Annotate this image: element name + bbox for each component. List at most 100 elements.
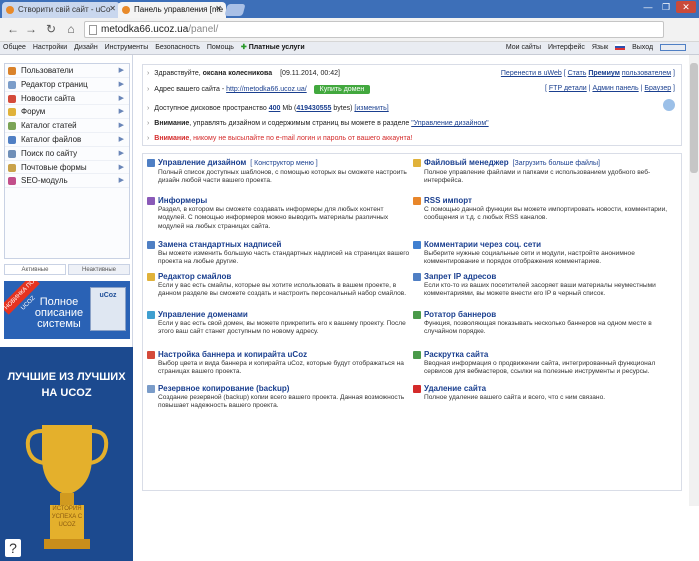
best-of-title: ЛУЧШИЕ ИЗ ЛУЧШИХ НА UCOZ xyxy=(7,371,126,399)
buy-domain-button[interactable]: Купить домен xyxy=(313,85,371,94)
tool-card: Управление доменами Если у вас есть свой … xyxy=(147,310,411,337)
sidebar-item-seo[interactable]: SEO-модуль ▶ xyxy=(5,174,129,189)
tab-active-modules[interactable]: Активные xyxy=(4,264,66,275)
help-button[interactable]: ? xyxy=(5,539,21,557)
tool-title[interactable]: Удаление сайта xyxy=(424,384,486,393)
tool-title[interactable]: Редактор смайлов xyxy=(158,272,231,281)
tool-card-title[interactable]: Резервное копирование (backup) xyxy=(147,384,411,394)
reload-icon[interactable]: ↻ xyxy=(44,22,58,36)
nav-help[interactable]: Помощь xyxy=(207,44,234,51)
page-icon xyxy=(89,25,97,35)
tool-title[interactable]: Управление доменами xyxy=(158,310,248,319)
nav-design[interactable]: Дизайн xyxy=(74,44,98,51)
tool-title[interactable]: Комментарии через соц. сети xyxy=(424,240,541,249)
become-premium-link[interactable]: Стать xyxy=(568,70,587,77)
tool-card-title[interactable]: Настройка баннера и копирайта uCoz xyxy=(147,350,411,360)
warning-label: Внимание xyxy=(154,135,190,142)
home-icon[interactable]: ⌂ xyxy=(64,22,78,36)
tool-title[interactable]: Управление дизайном xyxy=(158,158,246,167)
sidebar-item-search[interactable]: Поиск по сайту ▶ xyxy=(5,147,129,161)
browser-tab-inactive[interactable]: Створити свій сайт - uCo ✕ xyxy=(2,2,120,18)
tool-title[interactable]: Информеры xyxy=(158,196,207,205)
sidebar-item-mail-forms[interactable]: Почтовые формы ▶ xyxy=(5,161,129,175)
tool-title[interactable]: Настройка баннера и копирайта uCoz xyxy=(158,350,307,359)
tool-card: Комментарии через соц. сети Выберите нужн… xyxy=(413,240,677,267)
tool-card-title[interactable]: Замена стандартных надписей xyxy=(147,240,411,250)
tool-card-title[interactable]: Запрет IP адресов xyxy=(413,272,677,282)
promo-banner[interactable]: НОВИНКА ПО UCOZ Полное описание системы … xyxy=(4,281,130,339)
backup-icon xyxy=(147,385,155,393)
scrollbar-thumb[interactable] xyxy=(690,63,698,173)
tool-card-title[interactable]: Управление доменами xyxy=(147,310,411,320)
tool-card-title[interactable]: Редактор смайлов xyxy=(147,272,411,282)
admin-panel-link[interactable]: Админ панель xyxy=(592,85,638,92)
sidebar-item-news[interactable]: Новости сайта ▶ xyxy=(5,92,129,106)
tool-card-title[interactable]: Комментарии через соц. сети xyxy=(413,240,677,250)
nav-logout[interactable]: Выход xyxy=(632,44,653,51)
search-box[interactable] xyxy=(660,43,686,51)
sidebar-item-forum[interactable]: Форум ▶ xyxy=(5,105,129,120)
tool-extra-link[interactable]: [Загрузить больше файлы] xyxy=(513,160,600,167)
tool-card-title[interactable]: Раскрутка сайта xyxy=(413,350,677,360)
nav-tools[interactable]: Инструменты xyxy=(105,44,149,51)
tab-inactive-modules[interactable]: Неактивные xyxy=(68,264,130,275)
nav-security[interactable]: Безопасность xyxy=(155,44,200,51)
browser-link[interactable]: Браузер xyxy=(644,85,671,92)
tab-close-icon[interactable]: ✕ xyxy=(109,4,116,13)
tool-title[interactable]: RSS импорт xyxy=(424,196,472,205)
tab-close-icon[interactable]: ✕ xyxy=(215,4,222,13)
nav-premium[interactable]: Платные услуги xyxy=(241,44,305,51)
tool-title[interactable]: Запрет IP адресов xyxy=(424,272,496,281)
ftp-details-link[interactable]: FTP детали xyxy=(549,85,587,92)
tool-title[interactable]: Замена стандартных надписей xyxy=(158,240,281,249)
sidebar-item-page-editor[interactable]: Редактор страниц ▶ xyxy=(5,78,129,92)
back-arrow-icon[interactable]: ← xyxy=(6,22,20,36)
nav-my-sites[interactable]: Мои сайты xyxy=(506,44,541,51)
sidebar-item-users[interactable]: Пользователи ▶ xyxy=(5,64,129,78)
disk-unit: Mb ( xyxy=(282,105,297,112)
news-icon xyxy=(8,94,16,103)
disk-bytes[interactable]: 419430555 xyxy=(296,105,331,112)
premium-user-link[interactable]: пользователем xyxy=(622,70,671,77)
tool-title[interactable]: Файловый менеджер xyxy=(424,158,509,167)
chevron-right-icon: ▶ xyxy=(118,67,124,74)
tool-card-title[interactable]: Информеры xyxy=(147,196,411,206)
tool-title[interactable]: Раскрутка сайта xyxy=(424,350,488,359)
nav-settings[interactable]: Настройки xyxy=(33,44,67,51)
browser-tab-active[interactable]: Панель управления [me ✕ xyxy=(118,2,226,18)
nav-general[interactable]: Общее xyxy=(3,44,26,51)
scrollbar[interactable] xyxy=(689,55,699,506)
informer-icon xyxy=(147,197,155,205)
sidebar-item-articles[interactable]: Каталог статей ▶ xyxy=(5,119,129,133)
disk-value[interactable]: 400 xyxy=(269,105,281,112)
nav-language[interactable]: Язык xyxy=(592,44,608,51)
tool-description: Полное управление файлами и папками с ис… xyxy=(424,169,651,185)
tool-card-title[interactable]: Удаление сайта xyxy=(413,384,677,394)
url-field[interactable]: metodka66.ucoz.ua/panel/ xyxy=(84,21,664,38)
tool-title[interactable]: Резервное копирование (backup) xyxy=(158,384,289,393)
tool-extra-link[interactable]: [ Конструктор меню ] xyxy=(250,160,317,167)
minimize-button[interactable]: — xyxy=(640,1,656,13)
maximize-button[interactable]: ❐ xyxy=(658,1,674,13)
best-of-banner[interactable]: ЛУЧШИЕ ИЗ ЛУЧШИХ НА UCOZ ИСТОРИЯ УСПЕХА … xyxy=(0,347,133,561)
info-box: Здравствуйте, оксана колесникова [09.11.… xyxy=(142,64,682,146)
site-address-line: Адрес вашего сайта - http://metodka66.uc… xyxy=(147,85,371,94)
nav-interface[interactable]: Интерфейс xyxy=(548,44,585,51)
tool-card-title[interactable]: RSS импорт xyxy=(413,196,677,206)
site-address-link[interactable]: http://metodka66.ucoz.ua/ xyxy=(226,86,307,93)
new-tab-button[interactable] xyxy=(224,4,246,16)
greeting-line: Здравствуйте, оксана колесникова [09.11.… xyxy=(147,70,340,77)
warning-text: , управлять дизайном и содержимым страни… xyxy=(189,120,410,127)
close-window-button[interactable]: ✕ xyxy=(676,1,696,13)
tool-card-title[interactable]: Управление дизайном [ Конструктор меню ] xyxy=(147,158,411,169)
search-icon xyxy=(8,149,16,158)
tool-title[interactable]: Ротатор баннеров xyxy=(424,310,496,319)
disk-change-link[interactable]: [изменить] xyxy=(354,105,388,112)
tool-card-title[interactable]: Файловый менеджер [Загрузить больше файлы… xyxy=(413,158,677,169)
forward-arrow-icon[interactable]: → xyxy=(24,22,38,36)
sidebar-item-files[interactable]: Каталог файлов ▶ xyxy=(5,133,129,147)
premium-link[interactable]: Премиум xyxy=(588,70,620,77)
design-section-link[interactable]: "Управление дизайном" xyxy=(411,120,488,127)
tool-card-title[interactable]: Ротатор баннеров xyxy=(413,310,677,320)
move-to-uweb-link[interactable]: Перенести в uWeb xyxy=(501,70,562,77)
